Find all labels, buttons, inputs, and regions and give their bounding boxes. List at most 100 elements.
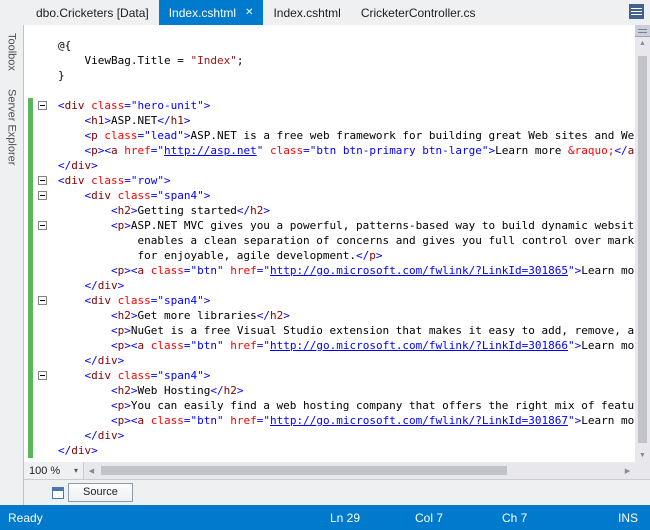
code-line[interactable]: <div class="row"> [24,173,650,188]
code-line[interactable]: <div class="span4"> [24,293,650,308]
code-text: for enjoyable, agile development.</p> [58,249,383,262]
vertical-scrollbar[interactable]: ▲ ▼ [635,25,650,462]
fold-gutter [33,68,51,83]
fold-gutter [33,398,51,413]
code-line[interactable]: for enjoyable, agile development.</p> [24,248,650,263]
code-line[interactable]: <p><a class="btn" href="http://go.micros… [24,413,650,428]
code-text: </div> [84,429,125,442]
code-line[interactable]: <div class="span4"> [24,368,650,383]
code-line[interactable]: </div> [24,428,650,443]
vertical-scroll-track[interactable] [635,50,650,449]
splitter-grip[interactable] [635,25,650,37]
document-tab-bar: dbo.Cricketers [Data] Index.cshtml ✕ Index.… [0,0,650,25]
scroll-left-icon[interactable]: ◀ [84,467,99,475]
collapse-minus-icon[interactable] [37,296,47,305]
fold-gutter [33,53,51,68]
status-column-number: Col 7 [415,511,444,525]
fold-gutter [33,278,51,293]
left-tool-window-strip: Toolbox Server Explorer [0,25,23,505]
code-line[interactable]: <p class="lead">ASP.NET is a free web fr… [24,128,650,143]
collapse-minus-icon[interactable] [37,191,47,200]
code-line[interactable]: enables a clean separation of concerns a… [24,233,650,248]
document-tab-3[interactable]: Index.cshtml [263,0,350,25]
code-text: <div class="span4"> [84,294,211,307]
horizontal-scrollbar-row: 100 % ▾ ◀ ▶ [23,462,650,479]
status-bar: Ready Ln 29 Col 7 Ch 7 INS [0,505,650,530]
code-line[interactable]: <div class="hero-unit"> [24,98,650,113]
code-line[interactable]: </div> [24,158,650,173]
horizontal-scroll-thumb[interactable] [101,466,508,475]
sidebar-tab-toolbox[interactable]: Toolbox [6,33,18,71]
code-line[interactable]: </div> [24,443,650,458]
code-line[interactable]: </div> [24,353,650,368]
code-line[interactable]: <p>ASP.NET MVC gives you a powerful, pat… [24,218,650,233]
code-line[interactable] [24,83,650,98]
code-text: </div> [84,354,125,367]
fold-gutter [33,338,51,353]
code-text: <h2>Get more libraries</h2> [110,309,290,322]
fold-gutter [33,353,51,368]
code-editor[interactable]: @{ ViewBag.Title = "Index";} <div class="… [23,25,650,462]
code-line[interactable]: <p><a class="btn" href="http://go.micros… [24,338,650,353]
fold-collapse-icon[interactable] [33,188,51,203]
fold-collapse-icon[interactable] [33,218,51,233]
code-line[interactable]: } [24,68,650,83]
code-line[interactable]: <h2>Get more libraries</h2> [24,308,650,323]
code-text: <h2>Web Hosting</h2> [110,384,244,397]
sidebar-tab-server-explorer[interactable]: Server Explorer [6,89,18,165]
close-icon[interactable]: ✕ [245,7,253,18]
scroll-right-icon[interactable]: ▶ [620,467,635,475]
document-tabs: dbo.Cricketers [Data] Index.cshtml ✕ Index.… [26,0,486,25]
collapse-minus-icon[interactable] [37,176,47,185]
fold-collapse-icon[interactable] [33,368,51,383]
tab-label: Index.cshtml [273,5,341,20]
fold-gutter [33,203,51,218]
fold-gutter [33,83,51,98]
window-list-menu-icon[interactable] [629,4,644,19]
code-text: <p><a class="btn" href="http://go.micros… [110,414,635,427]
document-tab-4[interactable]: CricketerController.cs [351,0,486,25]
code-line[interactable]: @{ [24,38,650,53]
fold-collapse-icon[interactable] [33,173,51,188]
fold-gutter [33,248,51,263]
code-line[interactable]: <h2>Getting started</h2> [24,203,650,218]
document-tab-1[interactable]: dbo.Cricketers [Data] [26,0,159,25]
fold-collapse-icon[interactable] [33,293,51,308]
collapse-minus-icon[interactable] [37,101,47,110]
scroll-up-icon[interactable]: ▲ [635,37,650,50]
vertical-scroll-thumb[interactable] [638,56,647,443]
code-line[interactable]: <p><a class="btn" href="http://go.micros… [24,263,650,278]
code-line[interactable]: <p><a href="http://asp.net" class="btn b… [24,143,650,158]
fold-gutter [33,308,51,323]
code-text: <h2>Getting started</h2> [110,204,270,217]
code-line[interactable]: </div> [24,278,650,293]
fold-gutter [33,383,51,398]
code-text: <p>ASP.NET MVC gives you a powerful, pat… [110,219,635,232]
zoom-value: 100 % [29,464,61,477]
code-line[interactable]: <p>NuGet is a free Visual Studio extensi… [24,323,650,338]
zoom-selector[interactable]: 100 % ▾ [24,462,84,479]
code-text: <p><a class="btn" href="http://go.micros… [110,339,635,352]
horizontal-scroll-track[interactable] [99,462,620,479]
source-view-icon [52,486,64,499]
code-line[interactable]: <p>You can easily find a web hosting com… [24,398,650,413]
code-line[interactable]: <div class="span4"> [24,188,650,203]
scrollbar-corner [635,462,650,479]
source-tab-label: Source [83,486,118,498]
code-text: enables a clean separation of concerns a… [58,234,648,247]
collapse-minus-icon[interactable] [37,371,47,380]
document-tab-2[interactable]: Index.cshtml ✕ [158,0,264,25]
fold-gutter [33,263,51,278]
scroll-down-icon[interactable]: ▼ [635,449,650,462]
collapse-minus-icon[interactable] [37,221,47,230]
tab-source[interactable]: Source [68,483,133,502]
code-line[interactable]: <h1>ASP.NET</h1> [24,113,650,128]
fold-collapse-icon[interactable] [33,98,51,113]
code-text: </div> [58,444,98,457]
code-text: <p>NuGet is a free Visual Studio extensi… [110,324,635,337]
code-text: <p><a class="btn" href="http://go.micros… [110,264,635,277]
fold-gutter [33,443,51,458]
code-line[interactable]: ViewBag.Title = "Index"; [24,53,650,68]
code-line[interactable]: <h2>Web Hosting</h2> [24,383,650,398]
